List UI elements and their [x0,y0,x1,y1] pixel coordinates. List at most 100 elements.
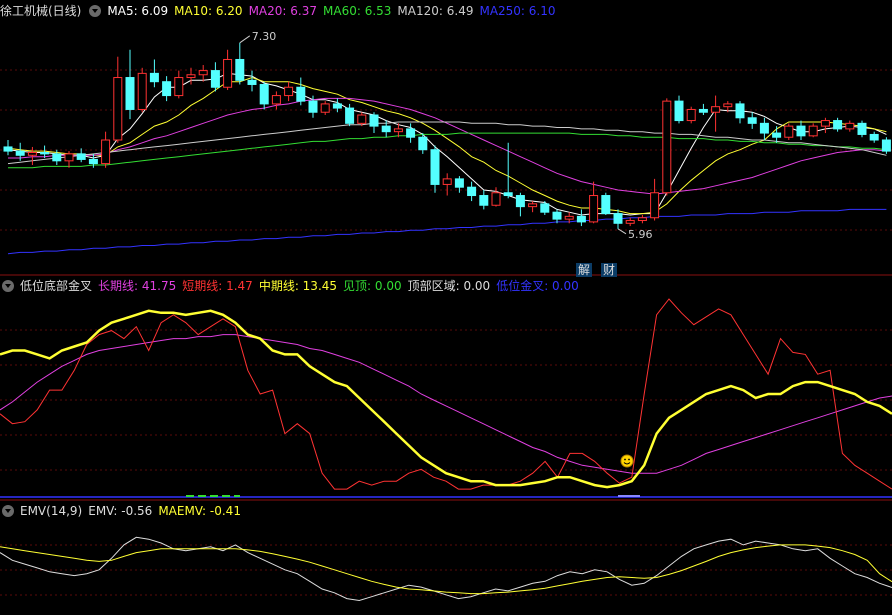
high-price-label: 7.30 [252,30,276,43]
ma-line-ma250 [7,208,887,255]
ma5-label: MA5: 6.09 [107,4,169,18]
mid-line-label: 中期线: 13.45 [258,279,338,293]
candle-body [308,100,318,113]
candle-body [247,79,257,85]
ma250-label: MA250: 6.10 [479,4,556,18]
candle-body [88,158,98,165]
candle-body [271,95,281,105]
candle-body [198,70,208,76]
ma120-label: MA120: 6.49 [397,4,474,18]
candle-body [747,117,757,124]
candle-body [772,132,782,138]
candle-body [869,133,879,141]
candle-body [27,151,37,156]
stock-chart[interactable]: 7.30 5.96 [0,0,892,615]
panel2-line-短期线 [0,298,892,490]
candle-body [784,125,794,138]
short-line-label: 短期线: 1.47 [182,279,253,293]
candle-body [235,58,245,81]
unlock-badge[interactable]: 解 [576,263,593,277]
candle-body [454,178,464,188]
candle-body [540,203,550,213]
maemv-label: MAEMV: -0.41 [158,504,241,518]
candle-body [149,72,159,83]
candle-body [698,108,708,113]
panel2-title: 低位底部金叉 [20,279,93,293]
candle-body [137,72,147,110]
panel2-line-长期线 [0,334,892,474]
panel1-collapse-icon[interactable] [89,5,102,17]
top-zone-label: 顶部区域: 0.00 [407,279,491,293]
ma10-label: MA10: 6.20 [174,4,243,18]
candle-body [662,100,672,194]
candle-body [259,83,269,105]
candle-body [589,195,599,223]
candle-body [186,74,196,79]
panel2-header: 低位底部金叉 长期线: 41.75 短期线: 1.47 中期线: 13.45 见顶: 0… [0,278,585,294]
candle-body [296,86,306,102]
candle-body [711,106,721,113]
candle-body [503,192,513,197]
candle-body [76,153,86,160]
finance-badge[interactable]: 财 [601,263,618,277]
candle-body [552,211,562,220]
candle-body [406,128,416,138]
top-signal-label: 见顶: 0.00 [343,279,402,293]
candle-body [381,125,391,133]
candle-body [52,153,62,162]
candle-body [357,114,367,124]
candle-body [564,215,574,220]
candle-body [845,122,855,130]
candle-body [637,217,647,222]
panel3-line-maemv [0,544,892,595]
candle-body [833,120,843,130]
long-line-label: 长期线: 41.75 [98,279,177,293]
candle-body [174,77,184,97]
candle-body [113,77,123,141]
candle-body [223,58,233,88]
candle-body [674,100,684,122]
candle-body [467,186,477,197]
candle-body [125,77,135,110]
candle-body [442,178,452,185]
candle-body [491,192,501,206]
candle-body [881,139,891,152]
ma20-label: MA20: 6.37 [248,4,317,18]
panel1-title: 徐工机械(日线) [0,4,82,18]
candle-body [759,122,769,134]
candle-body [3,146,13,152]
candle-body [576,215,586,223]
candle-body [15,150,25,156]
candle-body [320,103,330,113]
high-marker-line [239,35,251,44]
candle-body [613,213,623,224]
candle-body [686,108,696,122]
ma60-label: MA60: 6.53 [323,4,392,18]
candle-body [430,149,440,185]
golden-cross-smiley-icon [620,454,634,468]
candle-body [515,195,525,208]
low-price-label: 5.96 [628,228,653,241]
candle-body [723,103,733,108]
candle-body [101,139,111,165]
candle-body [528,203,538,208]
candle-body [857,122,867,135]
panel3-collapse-icon[interactable] [2,505,14,517]
candle-body [284,86,294,97]
panel2-line-中期线 [0,309,892,489]
panel3-header: EMV(14,9) EMV: -0.56 MAEMV: -0.41 [0,503,247,519]
candle-body [808,125,818,137]
panel2-collapse-icon[interactable] [2,280,14,292]
candle-body [820,120,830,127]
candle-body [735,103,745,119]
candle-body [418,136,428,151]
panel3-line-emv [0,536,892,602]
candle-body [796,125,806,137]
candle-body [64,153,74,162]
panel3-title: EMV(14,9) [20,504,83,518]
candle-body [369,114,379,127]
candle-body [345,107,355,124]
candle-body [210,70,220,88]
candle-body [332,103,342,109]
candle-body [40,151,50,155]
